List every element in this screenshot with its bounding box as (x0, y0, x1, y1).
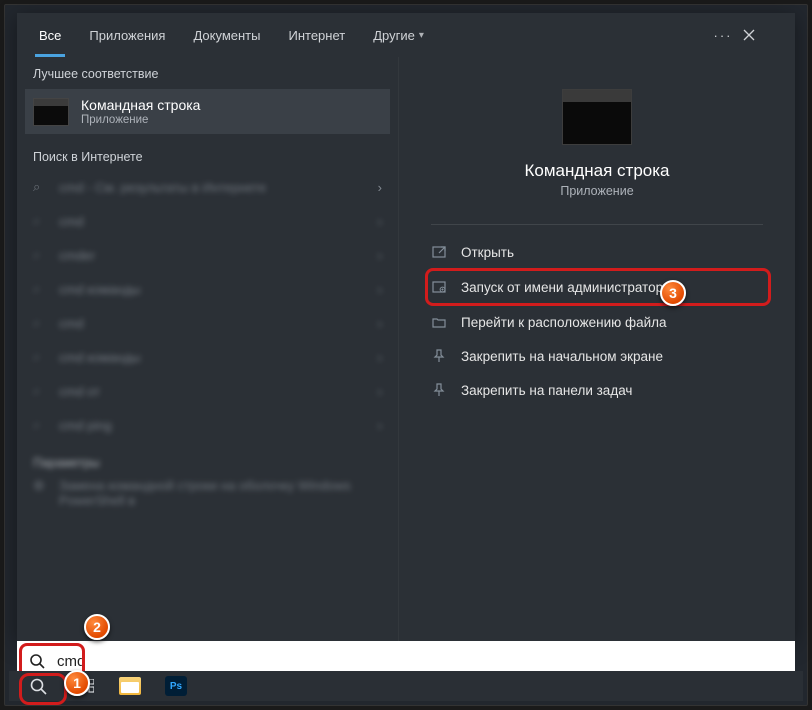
pin-icon (431, 348, 447, 364)
best-match-title: Командная строка (81, 97, 200, 113)
web-result[interactable]: ⌕cmd› (17, 306, 398, 340)
search-icon: ⌕ (33, 179, 47, 195)
action-list: Открыть Запуск от имени администратора П… (399, 225, 795, 417)
action-pin-start[interactable]: Закрепить на начальном экране (399, 339, 795, 373)
photoshop-icon: Ps (165, 676, 187, 696)
chevron-right-icon: › (378, 180, 382, 195)
section-params: Параметры (17, 442, 398, 474)
close-button[interactable] (743, 29, 787, 41)
best-match-subtitle: Приложение (81, 114, 200, 126)
web-result[interactable]: ⌕cmd ping› (17, 408, 398, 442)
action-pin-start-label: Закрепить на начальном экране (461, 349, 663, 364)
tab-other-label: Другие (373, 28, 415, 43)
web-result[interactable]: ⌕cmd команды› (17, 272, 398, 306)
tab-web[interactable]: Интернет (274, 13, 359, 57)
section-web: Поиск в Интернете (17, 140, 398, 170)
taskbar-explorer-button[interactable] (107, 671, 153, 701)
search-icon (17, 653, 57, 669)
action-open-location-label: Перейти к расположению файла (461, 315, 667, 330)
tab-docs[interactable]: Документы (179, 13, 274, 57)
taskbar-search-button[interactable] (15, 671, 61, 701)
results-left-pane: Лучшее соответствие Командная строка При… (17, 57, 399, 641)
action-pin-taskbar-label: Закрепить на панели задач (461, 383, 632, 398)
settings-result[interactable]: ⚙ Замена командной строки на оболочку Wi… (17, 474, 398, 510)
open-icon (431, 244, 447, 260)
close-icon (743, 29, 755, 41)
settings-result-label: Замена командной строки на оболочку Wind… (59, 478, 382, 508)
best-match-item[interactable]: Командная строка Приложение (25, 89, 390, 134)
chevron-down-icon: ▾ (419, 30, 424, 41)
more-button[interactable]: ··· (703, 28, 743, 43)
annotation-badge-3: 3 (660, 280, 686, 306)
admin-icon (431, 279, 447, 295)
web-result[interactable]: ⌕cmder› (17, 238, 398, 272)
action-run-as-admin[interactable]: Запуск от имени администратора (427, 270, 769, 304)
cmd-icon (33, 98, 69, 126)
gear-icon: ⚙ (33, 478, 47, 508)
search-icon (29, 677, 47, 695)
action-run-as-admin-label: Запуск от имени администратора (461, 280, 671, 295)
tab-other[interactable]: Другие ▾ (359, 13, 438, 57)
explorer-icon (119, 677, 141, 695)
action-open-label: Открыть (461, 245, 514, 260)
tab-all[interactable]: Все (25, 13, 75, 57)
folder-icon (431, 314, 447, 330)
web-result[interactable]: ⌕ cmd - См. результаты в Интернете › (17, 170, 398, 204)
web-result[interactable]: ⌕cmd от› (17, 374, 398, 408)
annotation-badge-2: 2 (84, 614, 110, 640)
preview-pane: Командная строка Приложение Открыть (399, 57, 795, 641)
action-pin-taskbar[interactable]: Закрепить на панели задач (399, 373, 795, 407)
windows-search-panel: Все Приложения Документы Интернет Другие… (17, 13, 795, 641)
web-result-label: cmd - См. результаты в Интернете (59, 180, 266, 195)
web-result[interactable]: ⌕cmd› (17, 204, 398, 238)
search-tabs: Все Приложения Документы Интернет Другие… (17, 13, 795, 57)
annotation-badge-1: 1 (64, 670, 90, 696)
cmd-large-icon (562, 89, 632, 145)
preview-title: Командная строка (524, 161, 669, 181)
action-open-location[interactable]: Перейти к расположению файла (399, 305, 795, 339)
web-result[interactable]: ⌕cmd команды› (17, 340, 398, 374)
action-open[interactable]: Открыть (399, 235, 795, 269)
search-input[interactable] (57, 653, 795, 670)
taskbar: Ps (9, 671, 803, 701)
pin-icon (431, 382, 447, 398)
section-best-match: Лучшее соответствие (17, 57, 398, 87)
web-results-list: ⌕ cmd - См. результаты в Интернете › ⌕cm… (17, 170, 398, 641)
preview-subtitle: Приложение (560, 184, 633, 198)
tab-apps[interactable]: Приложения (75, 13, 179, 57)
taskbar-photoshop-button[interactable]: Ps (153, 671, 199, 701)
